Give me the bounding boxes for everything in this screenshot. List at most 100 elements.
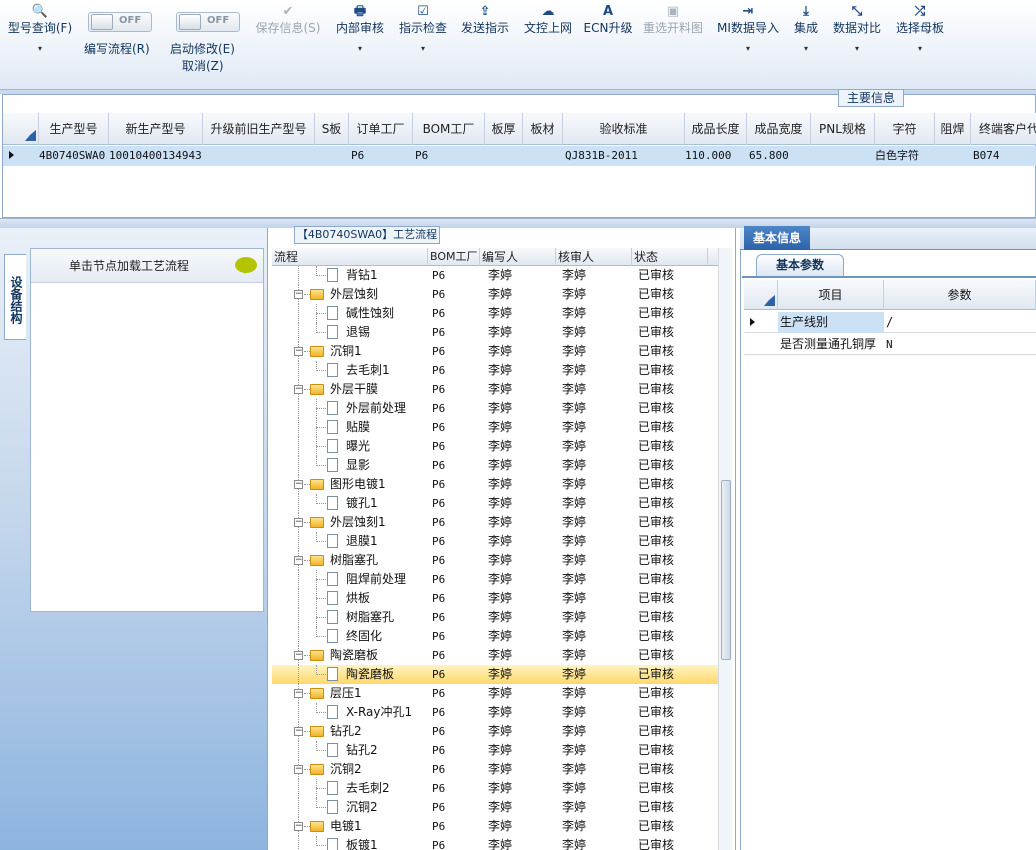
tree-node[interactable]: − 层压1 P6 李婷 李婷 已审核 — [272, 684, 718, 703]
tree-node[interactable]: 终固化 P6 李婷 李婷 已审核 — [272, 627, 718, 646]
cell[interactable] — [203, 146, 315, 166]
cell[interactable]: 白色字符 — [875, 146, 935, 166]
collapse-icon[interactable]: − — [294, 822, 303, 831]
tree-node[interactable]: − 外层干膜 P6 李婷 李婷 已审核 — [272, 380, 718, 399]
tree-node[interactable]: 退锡 P6 李婷 李婷 已审核 — [272, 323, 718, 342]
col-header[interactable]: 参数 — [884, 280, 1036, 310]
cell[interactable]: 10010400134943 — [109, 146, 203, 166]
tree-node[interactable]: − 沉铜1 P6 李婷 李婷 已审核 — [272, 342, 718, 361]
chevron-down-icon[interactable]: ▾ — [714, 42, 782, 56]
tree-node[interactable]: 烘板 P6 李婷 李婷 已审核 — [272, 589, 718, 608]
internal-review-button[interactable]: 🖶 内部审核 ▾ — [332, 4, 388, 80]
col-header[interactable]: 项目 — [778, 280, 884, 310]
tree-node[interactable]: 背钻1 P6 李婷 李婷 已审核 — [272, 266, 718, 285]
cell[interactable]: 生产线别 — [778, 312, 884, 333]
tree-node[interactable]: 外层前处理 P6 李婷 李婷 已审核 — [272, 399, 718, 418]
cell[interactable] — [315, 146, 349, 166]
col-header[interactable]: 验收标准 — [563, 113, 685, 145]
col-header[interactable]: 生产型号 — [39, 113, 109, 145]
select-mother-board-button[interactable]: ⤮ 选择母板 ▾ — [892, 4, 948, 80]
tree-node[interactable]: − 钻孔2 P6 李婷 李婷 已审核 — [272, 722, 718, 741]
reselect-cutting-drawing-button[interactable]: ▣ 重选开料图 — [640, 4, 706, 80]
collapse-icon[interactable]: − — [294, 689, 303, 698]
chevron-down-icon[interactable]: ▾ — [830, 42, 884, 56]
col-header[interactable]: 核审人 — [556, 248, 632, 266]
splitter[interactable] — [0, 218, 1036, 228]
col-header[interactable]: 新生产型号 — [109, 113, 203, 145]
chevron-down-icon[interactable]: ▾ — [4, 42, 76, 56]
collapse-icon[interactable]: − — [294, 290, 303, 299]
collapse-icon[interactable]: − — [294, 556, 303, 565]
col-header[interactable]: 板厚 — [485, 113, 523, 145]
col-header[interactable]: 字符 — [875, 113, 935, 145]
comment-icon[interactable] — [235, 257, 257, 274]
collapse-icon[interactable]: − — [294, 518, 303, 527]
tree-node[interactable]: 退膜1 P6 李婷 李婷 已审核 — [272, 532, 718, 551]
start-edit-toggle[interactable]: OFF — [176, 12, 240, 32]
cancel-edit-button[interactable]: 取消(Z) — [182, 57, 224, 74]
doc-control-online-button[interactable]: ☁ 文控上网 — [520, 4, 576, 80]
mi-data-import-button[interactable]: ⇥ MI数据导入 ▾ — [714, 4, 782, 80]
tree-node[interactable]: − 外层蚀刻1 P6 李婷 李婷 已审核 — [272, 513, 718, 532]
save-info-button[interactable]: ✔ 保存信息(S) — [252, 4, 324, 80]
col-header[interactable]: 升级前旧生产型号 — [203, 113, 315, 145]
col-header[interactable]: 成品长度 — [685, 113, 747, 145]
tab-basic-info[interactable]: 基本信息 — [744, 226, 810, 250]
col-header[interactable]: 阻焊 — [935, 113, 971, 145]
integrate-button[interactable]: ⤓ 集成 ▾ — [788, 4, 824, 80]
tree-node[interactable]: 去毛刺2 P6 李婷 李婷 已审核 — [272, 779, 718, 798]
collapse-icon[interactable]: − — [294, 385, 303, 394]
col-header[interactable]: 终端客户代 — [971, 113, 1036, 145]
scrollbar-thumb[interactable] — [721, 480, 731, 660]
col-header[interactable]: S板 — [315, 113, 349, 145]
collapse-icon[interactable]: − — [294, 651, 303, 660]
tree-node[interactable]: 贴膜 P6 李婷 李婷 已审核 — [272, 418, 718, 437]
tree-node[interactable]: X-Ray冲孔1 P6 李婷 李婷 已审核 — [272, 703, 718, 722]
col-header[interactable]: 状态 — [632, 248, 708, 266]
cell[interactable]: P6 — [415, 146, 485, 166]
col-header[interactable]: 订单工厂 — [349, 113, 413, 145]
tree-node[interactable]: 碱性蚀刻 P6 李婷 李婷 已审核 — [272, 304, 718, 323]
tree-node[interactable]: 沉铜2 P6 李婷 李婷 已审核 — [272, 798, 718, 817]
tree-node[interactable]: − 图形电镀1 P6 李婷 李婷 已审核 — [272, 475, 718, 494]
tree-node[interactable]: 阻焊前处理 P6 李婷 李婷 已审核 — [272, 570, 718, 589]
tab-basic-params[interactable]: 基本参数 — [756, 254, 844, 276]
tab-equipment-structure[interactable]: 设备结构 — [4, 254, 26, 340]
col-header[interactable]: 板材 — [523, 113, 563, 145]
collapse-icon[interactable]: − — [294, 480, 303, 489]
tree-node[interactable]: 树脂塞孔 P6 李婷 李婷 已审核 — [272, 608, 718, 627]
tree-node[interactable]: 曝光 P6 李婷 李婷 已审核 — [272, 437, 718, 456]
cell[interactable] — [811, 146, 875, 166]
chevron-down-icon[interactable]: ▾ — [788, 42, 824, 56]
cell[interactable]: B074 — [973, 146, 1036, 166]
tree-node[interactable]: − 电镀1 P6 李婷 李婷 已审核 — [272, 817, 718, 836]
main-info-title[interactable]: 主要信息 — [838, 89, 904, 107]
model-query-button[interactable]: 🔍 型号查询(F) ▾ — [4, 4, 76, 80]
tree-node[interactable]: − 外层蚀刻 P6 李婷 李婷 已审核 — [272, 285, 718, 304]
cell[interactable]: N — [884, 334, 1036, 355]
cell[interactable]: 65.800 — [749, 146, 811, 166]
col-header[interactable]: PNL规格 — [811, 113, 875, 145]
collapse-icon[interactable]: − — [294, 727, 303, 736]
col-header[interactable]: 流程 — [272, 248, 428, 266]
cell[interactable]: QJ831B-2011 — [565, 146, 685, 166]
tree-node[interactable]: − 树脂塞孔 P6 李婷 李婷 已审核 — [272, 551, 718, 570]
data-compare-button[interactable]: ⤡ 数据对比 ▾ — [830, 4, 884, 80]
ecn-upgrade-button[interactable]: A ECN升级 — [582, 4, 634, 80]
cell[interactable] — [935, 146, 971, 166]
cell[interactable] — [523, 146, 563, 166]
table-row[interactable]: 4B0740SWA0 10010400134943 P6 P6 QJ831B-2… — [3, 146, 1036, 166]
vertical-scrollbar[interactable] — [718, 248, 732, 850]
tree-node[interactable]: 镀孔1 P6 李婷 李婷 已审核 — [272, 494, 718, 513]
edit-flow-toggle[interactable]: OFF — [88, 12, 152, 32]
tree-node[interactable]: 显影 P6 李婷 李婷 已审核 — [272, 456, 718, 475]
table-row[interactable]: 是否测量通孔铜厚 N — [744, 334, 1036, 355]
chevron-down-icon[interactable]: ▾ — [396, 42, 450, 56]
cell[interactable]: 4B0740SWA0 — [39, 146, 109, 166]
collapse-icon[interactable]: − — [294, 347, 303, 356]
send-instruction-button[interactable]: ⇪ 发送指示 — [458, 4, 512, 80]
cell[interactable]: 110.000 — [685, 146, 747, 166]
tree-node[interactable]: − 陶瓷磨板 P6 李婷 李婷 已审核 — [272, 646, 718, 665]
tree-node[interactable]: 去毛刺1 P6 李婷 李婷 已审核 — [272, 361, 718, 380]
col-header[interactable]: BOM工厂 — [413, 113, 485, 145]
